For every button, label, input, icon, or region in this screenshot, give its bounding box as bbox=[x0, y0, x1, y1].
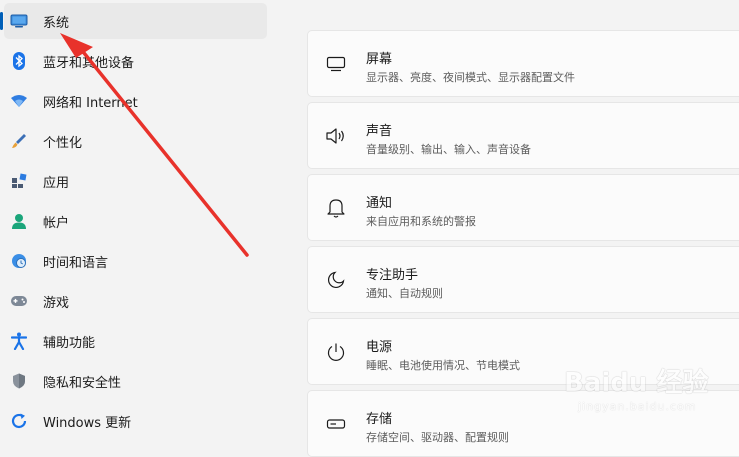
sidebar-item-label: 时间和语言 bbox=[43, 255, 109, 271]
sidebar-nav: 系统 蓝牙和其他设备 网络和 Internet 个性化 应用 帐户 时间和语言 … bbox=[0, 0, 300, 435]
wifi-icon bbox=[10, 92, 28, 110]
sidebar-item-gaming[interactable]: 游戏 bbox=[4, 283, 267, 319]
bell-icon bbox=[325, 197, 347, 219]
account-icon bbox=[10, 212, 28, 230]
sidebar-item-apps[interactable]: 应用 bbox=[4, 163, 267, 199]
card-description: 来自应用和系统的警报 bbox=[366, 215, 476, 228]
sidebar-item-label: 应用 bbox=[43, 175, 70, 191]
sidebar-item-label: Windows 更新 bbox=[43, 415, 132, 431]
card-sound[interactable]: 声音 音量级别、输出、输入、声音设备 bbox=[307, 102, 739, 169]
card-description: 显示器、亮度、夜间模式、显示器配置文件 bbox=[366, 71, 575, 84]
sidebar-item-bluetooth[interactable]: 蓝牙和其他设备 bbox=[4, 43, 267, 79]
power-icon bbox=[325, 341, 347, 363]
apps-icon bbox=[10, 172, 28, 190]
sidebar-item-label: 个性化 bbox=[43, 135, 83, 151]
monitor-icon bbox=[10, 12, 28, 30]
card-description: 通知、自动规则 bbox=[366, 287, 443, 300]
gamepad-icon bbox=[10, 292, 28, 310]
shield-icon bbox=[10, 372, 28, 390]
card-description: 音量级别、输出、输入、声音设备 bbox=[366, 143, 531, 156]
globe-clock-icon bbox=[10, 252, 28, 270]
bluetooth-icon bbox=[10, 52, 28, 70]
card-title: 屏幕 bbox=[366, 52, 393, 67]
card-display[interactable]: 屏幕 显示器、亮度、夜间模式、显示器配置文件 bbox=[307, 30, 739, 97]
sidebar-item-label: 蓝牙和其他设备 bbox=[43, 55, 135, 71]
sidebar-item-label: 隐私和安全性 bbox=[43, 375, 122, 391]
accessibility-icon bbox=[10, 332, 28, 350]
sidebar-item-label: 辅助功能 bbox=[43, 335, 96, 351]
sidebar-item-label: 帐户 bbox=[43, 215, 70, 231]
sidebar-item-system[interactable]: 系统 bbox=[0, 3, 267, 39]
card-title: 通知 bbox=[366, 196, 393, 211]
settings-content: 屏幕 显示器、亮度、夜间模式、显示器配置文件 声音 音量级别、输出、输入、声音设… bbox=[307, 0, 739, 457]
sidebar-item-label: 系统 bbox=[43, 15, 70, 31]
sidebar-item-windows-update[interactable]: Windows 更新 bbox=[4, 403, 267, 439]
card-notifications[interactable]: 通知 来自应用和系统的警报 bbox=[307, 174, 739, 241]
sidebar-item-label: 游戏 bbox=[43, 295, 70, 311]
sidebar-item-personalization[interactable]: 个性化 bbox=[4, 123, 267, 159]
brush-icon bbox=[10, 132, 28, 150]
card-title: 专注助手 bbox=[366, 268, 419, 283]
speaker-icon bbox=[325, 125, 347, 147]
sidebar-item-time-language[interactable]: 时间和语言 bbox=[4, 243, 267, 279]
sidebar-item-accessibility[interactable]: 辅助功能 bbox=[4, 323, 267, 359]
card-title: 电源 bbox=[366, 340, 393, 355]
card-title: 存储 bbox=[366, 412, 393, 427]
card-description: 存储空间、驱动器、配置规则 bbox=[366, 431, 509, 444]
card-storage[interactable]: 存储 存储空间、驱动器、配置规则 bbox=[307, 390, 739, 457]
sidebar-item-label: 网络和 Internet bbox=[43, 95, 138, 111]
card-description: 睡眠、电池使用情况、节电模式 bbox=[366, 359, 520, 372]
card-title: 声音 bbox=[366, 124, 393, 139]
sidebar-item-accounts[interactable]: 帐户 bbox=[4, 203, 267, 239]
sidebar-item-privacy[interactable]: 隐私和安全性 bbox=[4, 363, 267, 399]
display-icon bbox=[325, 53, 347, 75]
card-power[interactable]: 电源 睡眠、电池使用情况、节电模式 bbox=[307, 318, 739, 385]
card-focus-assist[interactable]: 专注助手 通知、自动规则 bbox=[307, 246, 739, 313]
moon-icon bbox=[325, 269, 347, 291]
sidebar-item-network[interactable]: 网络和 Internet bbox=[4, 83, 267, 119]
active-indicator bbox=[0, 12, 3, 30]
windows-update-icon bbox=[10, 412, 28, 430]
storage-icon bbox=[325, 413, 347, 435]
